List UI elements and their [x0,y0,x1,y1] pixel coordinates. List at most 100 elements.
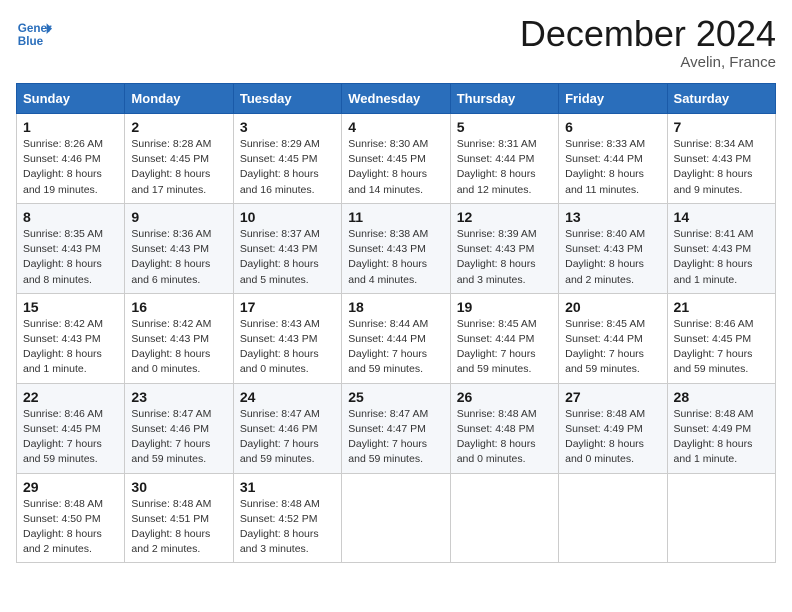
cell-info: Sunrise: 8:48 AMSunset: 4:50 PMDaylight:… [23,497,118,558]
cell-info: Sunrise: 8:26 AMSunset: 4:46 PMDaylight:… [23,137,118,198]
calendar-cell: 2 Sunrise: 8:28 AMSunset: 4:45 PMDaylight… [125,114,233,204]
day-number: 28 [674,389,769,405]
cell-info: Sunrise: 8:45 AMSunset: 4:44 PMDaylight:… [457,317,552,378]
cell-info: Sunrise: 8:41 AMSunset: 4:43 PMDaylight:… [674,227,769,288]
calendar-cell: 16Sunrise: 8:42 AMSunset: 4:43 PMDayligh… [125,293,233,383]
day-number: 1 [23,119,118,135]
day-number: 24 [240,389,335,405]
cell-info: Sunrise: 8:31 AMSunset: 4:44 PMDaylight:… [457,137,552,198]
day-number: 11 [348,209,443,225]
calendar-cell: 20 Sunrise: 8:45 AMSunset: 4:44 PMDayligh… [559,293,667,383]
calendar-header: SundayMondayTuesdayWednesdayThursdayFrid… [17,84,776,114]
day-number: 13 [565,209,660,225]
calendar-cell: 8 Sunrise: 8:35 AMSunset: 4:43 PMDaylight… [17,203,125,293]
header-monday: Monday [125,84,233,114]
week-row-4: 22 Sunrise: 8:46 AMSunset: 4:45 PMDayligh… [17,383,776,473]
day-number: 3 [240,119,335,135]
cell-info: Sunrise: 8:37 AMSunset: 4:43 PMDaylight:… [240,227,335,288]
day-number: 26 [457,389,552,405]
calendar-cell: 30 Sunrise: 8:48 AMSunset: 4:51 PMDayligh… [125,473,233,563]
calendar-cell [450,473,558,563]
calendar-cell: 23 Sunrise: 8:47 AMSunset: 4:46 PMDayligh… [125,383,233,473]
day-number: 7 [674,119,769,135]
calendar-cell: 1 Sunrise: 8:26 AMSunset: 4:46 PMDaylight… [17,114,125,204]
day-number: 5 [457,119,552,135]
header-friday: Friday [559,84,667,114]
day-number: 14 [674,209,769,225]
day-number: 20 [565,299,660,315]
day-number: 12 [457,209,552,225]
day-number: 10 [240,209,335,225]
day-number: 17 [240,299,335,315]
cell-info: Sunrise: 8:30 AMSunset: 4:45 PMDaylight:… [348,137,443,198]
calendar-cell: 13 Sunrise: 8:40 AMSunset: 4:43 PMDayligh… [559,203,667,293]
cell-info: Sunrise: 8:34 AMSunset: 4:43 PMDaylight:… [674,137,769,198]
cell-info: Sunrise: 8:29 AMSunset: 4:45 PMDaylight:… [240,137,335,198]
cell-info: Sunrise: 8:48 AMSunset: 4:52 PMDaylight:… [240,497,335,558]
cell-info: Sunrise: 8:48 AMSunset: 4:49 PMDaylight:… [674,407,769,468]
day-number: 8 [23,209,118,225]
calendar-cell: 14 Sunrise: 8:41 AMSunset: 4:43 PMDayligh… [667,203,775,293]
header-thursday: Thursday [450,84,558,114]
month-title: December 2024 [520,16,776,52]
calendar-cell: 27 Sunrise: 8:48 AMSunset: 4:49 PMDayligh… [559,383,667,473]
day-number: 15 [23,299,118,315]
day-number: 9 [131,209,226,225]
day-number: 22 [23,389,118,405]
calendar-cell: 6Sunrise: 8:33 AMSunset: 4:44 PMDaylight… [559,114,667,204]
cell-info: Sunrise: 8:46 AMSunset: 4:45 PMDaylight:… [23,407,118,468]
cell-info: Sunrise: 8:39 AMSunset: 4:43 PMDaylight:… [457,227,552,288]
cell-info: Sunrise: 8:45 AMSunset: 4:44 PMDaylight:… [565,317,660,378]
cell-info: Sunrise: 8:48 AMSunset: 4:49 PMDaylight:… [565,407,660,468]
cell-info: Sunrise: 8:44 AMSunset: 4:44 PMDaylight:… [348,317,443,378]
calendar-cell: 29Sunrise: 8:48 AMSunset: 4:50 PMDayligh… [17,473,125,563]
cell-info: Sunrise: 8:48 AMSunset: 4:51 PMDaylight:… [131,497,226,558]
calendar-cell: 26Sunrise: 8:48 AMSunset: 4:48 PMDayligh… [450,383,558,473]
week-row-2: 8 Sunrise: 8:35 AMSunset: 4:43 PMDaylight… [17,203,776,293]
calendar-cell: 7 Sunrise: 8:34 AMSunset: 4:43 PMDaylight… [667,114,775,204]
location: Avelin, France [520,54,776,71]
svg-text:Blue: Blue [18,35,44,48]
calendar-cell: 21Sunrise: 8:46 AMSunset: 4:45 PMDayligh… [667,293,775,383]
cell-info: Sunrise: 8:33 AMSunset: 4:44 PMDaylight:… [565,137,660,198]
cell-info: Sunrise: 8:40 AMSunset: 4:43 PMDaylight:… [565,227,660,288]
cell-info: Sunrise: 8:47 AMSunset: 4:46 PMDaylight:… [240,407,335,468]
header-wednesday: Wednesday [342,84,450,114]
day-number: 2 [131,119,226,135]
calendar-cell: 4 Sunrise: 8:30 AMSunset: 4:45 PMDaylight… [342,114,450,204]
calendar-cell: 19 Sunrise: 8:45 AMSunset: 4:44 PMDayligh… [450,293,558,383]
cell-info: Sunrise: 8:43 AMSunset: 4:43 PMDaylight:… [240,317,335,378]
calendar-cell: 18Sunrise: 8:44 AMSunset: 4:44 PMDayligh… [342,293,450,383]
header-sunday: Sunday [17,84,125,114]
week-row-1: 1 Sunrise: 8:26 AMSunset: 4:46 PMDaylight… [17,114,776,204]
day-number: 21 [674,299,769,315]
logo-icon: General Blue [16,16,52,52]
calendar-cell: 15 Sunrise: 8:42 AMSunset: 4:43 PMDayligh… [17,293,125,383]
calendar-table: SundayMondayTuesdayWednesdayThursdayFrid… [16,83,776,563]
calendar-cell: 9 Sunrise: 8:36 AMSunset: 4:43 PMDaylight… [125,203,233,293]
calendar-cell: 25Sunrise: 8:47 AMSunset: 4:47 PMDayligh… [342,383,450,473]
day-number: 19 [457,299,552,315]
day-number: 31 [240,479,335,495]
calendar-cell: 22 Sunrise: 8:46 AMSunset: 4:45 PMDayligh… [17,383,125,473]
day-number: 27 [565,389,660,405]
cell-info: Sunrise: 8:35 AMSunset: 4:43 PMDaylight:… [23,227,118,288]
day-number: 23 [131,389,226,405]
calendar-cell [342,473,450,563]
calendar-cell [667,473,775,563]
calendar-cell: 5 Sunrise: 8:31 AMSunset: 4:44 PMDaylight… [450,114,558,204]
cell-info: Sunrise: 8:38 AMSunset: 4:43 PMDaylight:… [348,227,443,288]
cell-info: Sunrise: 8:28 AMSunset: 4:45 PMDaylight:… [131,137,226,198]
header-saturday: Saturday [667,84,775,114]
cell-info: Sunrise: 8:47 AMSunset: 4:46 PMDaylight:… [131,407,226,468]
calendar-cell: 28 Sunrise: 8:48 AMSunset: 4:49 PMDayligh… [667,383,775,473]
day-number: 4 [348,119,443,135]
day-number: 25 [348,389,443,405]
cell-info: Sunrise: 8:42 AMSunset: 4:43 PMDaylight:… [23,317,118,378]
day-number: 30 [131,479,226,495]
calendar-cell: 31 Sunrise: 8:48 AMSunset: 4:52 PMDayligh… [233,473,341,563]
week-row-5: 29Sunrise: 8:48 AMSunset: 4:50 PMDayligh… [17,473,776,563]
header-tuesday: Tuesday [233,84,341,114]
week-row-3: 15 Sunrise: 8:42 AMSunset: 4:43 PMDayligh… [17,293,776,383]
cell-info: Sunrise: 8:36 AMSunset: 4:43 PMDaylight:… [131,227,226,288]
